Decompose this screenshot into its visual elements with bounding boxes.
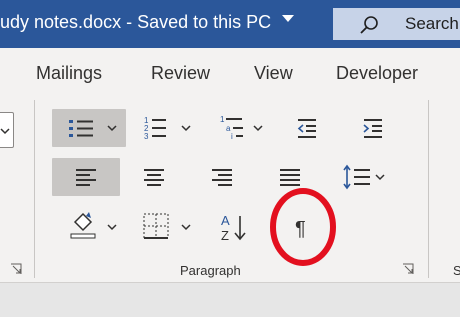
title-dropdown-caret-icon[interactable] bbox=[282, 15, 294, 22]
tab-developer[interactable]: Developer bbox=[336, 63, 418, 84]
dialog-launcher-icon[interactable] bbox=[10, 263, 22, 275]
group-separator bbox=[34, 100, 35, 278]
bullets-icon bbox=[69, 120, 117, 137]
borders-icon bbox=[143, 213, 191, 239]
svg-text:A: A bbox=[221, 213, 230, 228]
title-bar: udy notes.docx - Saved to this PC Search bbox=[0, 0, 460, 48]
svg-text:Z: Z bbox=[221, 228, 229, 243]
shading-icon bbox=[70, 212, 117, 239]
borders-button[interactable] bbox=[138, 208, 196, 246]
search-box[interactable]: Search bbox=[333, 8, 460, 40]
tab-mailings[interactable]: Mailings bbox=[36, 63, 102, 84]
next-group-label: S bbox=[453, 263, 460, 278]
numbering-button[interactable]: 1 2 3 bbox=[140, 109, 196, 147]
decrease-indent-button[interactable] bbox=[292, 109, 322, 147]
align-left-icon bbox=[76, 169, 96, 186]
svg-text:3: 3 bbox=[144, 132, 149, 141]
font-size-dropdown[interactable] bbox=[0, 112, 14, 148]
search-icon bbox=[360, 16, 378, 34]
shading-button[interactable] bbox=[66, 208, 122, 246]
sort-button[interactable]: A Z bbox=[214, 208, 254, 246]
align-left-button[interactable] bbox=[52, 158, 120, 196]
search-label: Search bbox=[405, 14, 459, 33]
bullets-button[interactable] bbox=[52, 109, 126, 147]
decrease-indent-icon bbox=[297, 119, 316, 138]
sort-icon: A Z bbox=[221, 213, 246, 243]
align-right-button[interactable] bbox=[204, 158, 240, 196]
ribbon-tabs: Mailings Review View Developer bbox=[0, 48, 460, 96]
multilevel-list-button[interactable]: 1 a i bbox=[218, 109, 268, 147]
highlight-circle-annotation bbox=[270, 188, 336, 266]
align-right-icon bbox=[212, 169, 232, 186]
document-area bbox=[0, 282, 460, 317]
tab-view[interactable]: View bbox=[254, 63, 293, 84]
align-center-icon bbox=[144, 169, 164, 186]
increase-indent-icon bbox=[363, 119, 382, 138]
chevron-down-icon bbox=[0, 128, 10, 135]
increase-indent-button[interactable] bbox=[358, 109, 388, 147]
svg-text:1: 1 bbox=[220, 115, 225, 124]
paragraph-group-label: Paragraph bbox=[180, 263, 241, 278]
align-center-button[interactable] bbox=[136, 158, 172, 196]
group-separator bbox=[428, 100, 429, 278]
svg-text:i: i bbox=[231, 132, 233, 141]
document-title[interactable]: udy notes.docx - Saved to this PC bbox=[0, 12, 271, 33]
numbering-icon: 1 2 3 bbox=[144, 116, 191, 141]
paragraph-dialog-launcher-icon[interactable] bbox=[402, 263, 414, 275]
tab-review[interactable]: Review bbox=[151, 63, 210, 84]
multilevel-list-icon: 1 a i bbox=[220, 115, 263, 141]
